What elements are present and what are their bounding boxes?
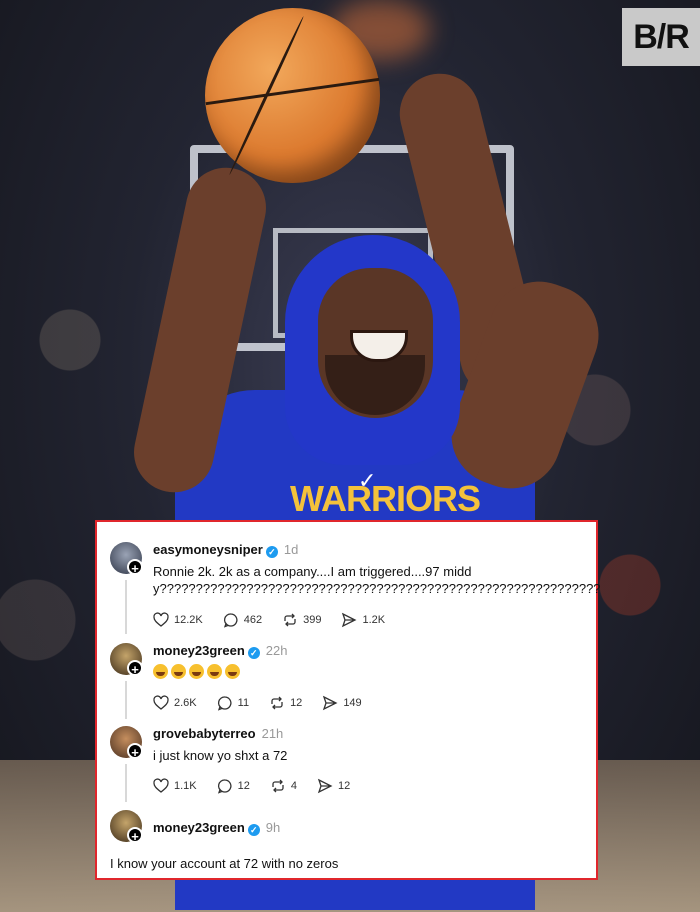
laughing-emoji-icon bbox=[189, 664, 204, 679]
verified-icon: ✓ bbox=[265, 546, 278, 558]
action-bar: 1.1K 12 4 12 bbox=[153, 778, 370, 794]
like-button[interactable]: 12.2K bbox=[153, 612, 203, 628]
verified-icon: ✓ bbox=[247, 824, 260, 836]
reply-count: 462 bbox=[243, 614, 263, 626]
like-count: 12.2K bbox=[174, 614, 203, 626]
post-emojis bbox=[153, 664, 576, 681]
share-button[interactable]: 12 bbox=[317, 778, 350, 794]
reply-count: 12 bbox=[237, 780, 250, 792]
repost-count: 12 bbox=[290, 697, 303, 709]
post-header: money23green ✓ 22h bbox=[153, 643, 287, 659]
username[interactable]: easymoneysniper bbox=[153, 542, 263, 557]
comment-icon bbox=[217, 695, 233, 711]
like-count: 2.6K bbox=[174, 697, 197, 709]
avatar[interactable]: + bbox=[110, 726, 143, 760]
timestamp: 22h bbox=[265, 643, 288, 658]
like-button[interactable]: 2.6K bbox=[153, 695, 197, 711]
follow-plus-icon[interactable]: + bbox=[127, 743, 143, 760]
comment-icon bbox=[223, 612, 239, 628]
reply-button[interactable]: 11 bbox=[217, 695, 249, 711]
threads-screenshot-card: + easymoneysniper ✓ 1d Ronnie 2k. 2k as a … bbox=[95, 520, 601, 880]
verified-icon: ✓ bbox=[247, 647, 260, 659]
username[interactable]: grovebabyterreo bbox=[153, 726, 256, 741]
laughing-emoji-icon bbox=[153, 664, 168, 679]
timestamp: 9h bbox=[265, 820, 281, 835]
share-count: 1.2K bbox=[362, 614, 386, 626]
share-button[interactable]: 149 bbox=[322, 695, 362, 711]
repost-icon bbox=[282, 612, 298, 628]
avatar[interactable]: + bbox=[110, 542, 143, 576]
jersey-text: WARRIORS bbox=[290, 478, 481, 519]
laughing-emoji-icon bbox=[171, 664, 186, 679]
follow-plus-icon[interactable]: + bbox=[127, 827, 143, 844]
post-text: Ronnie 2k. 2k as a company....I am trigg… bbox=[153, 564, 601, 596]
reply-button[interactable]: 12 bbox=[217, 778, 250, 794]
comment-icon bbox=[217, 778, 233, 794]
heart-icon bbox=[153, 778, 169, 794]
repost-button[interactable]: 399 bbox=[282, 612, 321, 628]
follow-plus-icon[interactable]: + bbox=[127, 559, 143, 576]
heart-icon bbox=[153, 612, 169, 628]
avatar[interactable]: + bbox=[110, 643, 143, 677]
thread-line bbox=[125, 764, 127, 802]
username[interactable]: money23green bbox=[153, 820, 245, 835]
laughing-emoji-icon bbox=[225, 664, 240, 679]
like-button[interactable]: 1.1K bbox=[153, 778, 197, 794]
timestamp: 1d bbox=[283, 542, 299, 557]
thread-line bbox=[125, 681, 127, 719]
share-button[interactable]: 1.2K bbox=[341, 612, 385, 628]
repost-button[interactable]: 4 bbox=[270, 778, 297, 794]
post-text: i just know yo shxt a 72 bbox=[153, 748, 288, 763]
heart-icon bbox=[153, 695, 169, 711]
share-icon bbox=[322, 695, 338, 711]
repost-icon bbox=[269, 695, 285, 711]
post-text: I know your account at 72 with no zeros bbox=[110, 856, 339, 871]
repost-count: 4 bbox=[290, 780, 298, 792]
share-count: 12 bbox=[338, 780, 351, 792]
username[interactable]: money23green bbox=[153, 643, 245, 658]
timestamp: 21h bbox=[261, 726, 284, 741]
reply-count: 11 bbox=[237, 697, 250, 709]
repost-icon bbox=[270, 778, 286, 794]
laughing-emoji-icon bbox=[207, 664, 222, 679]
like-count: 1.1K bbox=[174, 780, 197, 792]
share-icon bbox=[317, 778, 333, 794]
post-header: grovebabyterreo 21h bbox=[153, 726, 283, 741]
share-icon bbox=[341, 612, 357, 628]
avatar[interactable]: + bbox=[110, 810, 143, 844]
follow-plus-icon[interactable]: + bbox=[127, 660, 143, 677]
action-bar: 2.6K 11 12 149 bbox=[153, 695, 382, 711]
basketball bbox=[205, 8, 380, 183]
post-header: money23green ✓ 9h bbox=[153, 820, 280, 836]
action-bar: 12.2K 462 399 1.2K bbox=[153, 612, 405, 628]
reply-button[interactable]: 462 bbox=[223, 612, 262, 628]
post-header: easymoneysniper ✓ 1d bbox=[153, 542, 298, 558]
br-watermark-logo: B/R bbox=[622, 8, 700, 66]
repost-count: 399 bbox=[303, 614, 322, 626]
thread-line bbox=[125, 580, 127, 634]
repost-button[interactable]: 12 bbox=[269, 695, 302, 711]
share-count: 149 bbox=[343, 697, 362, 709]
